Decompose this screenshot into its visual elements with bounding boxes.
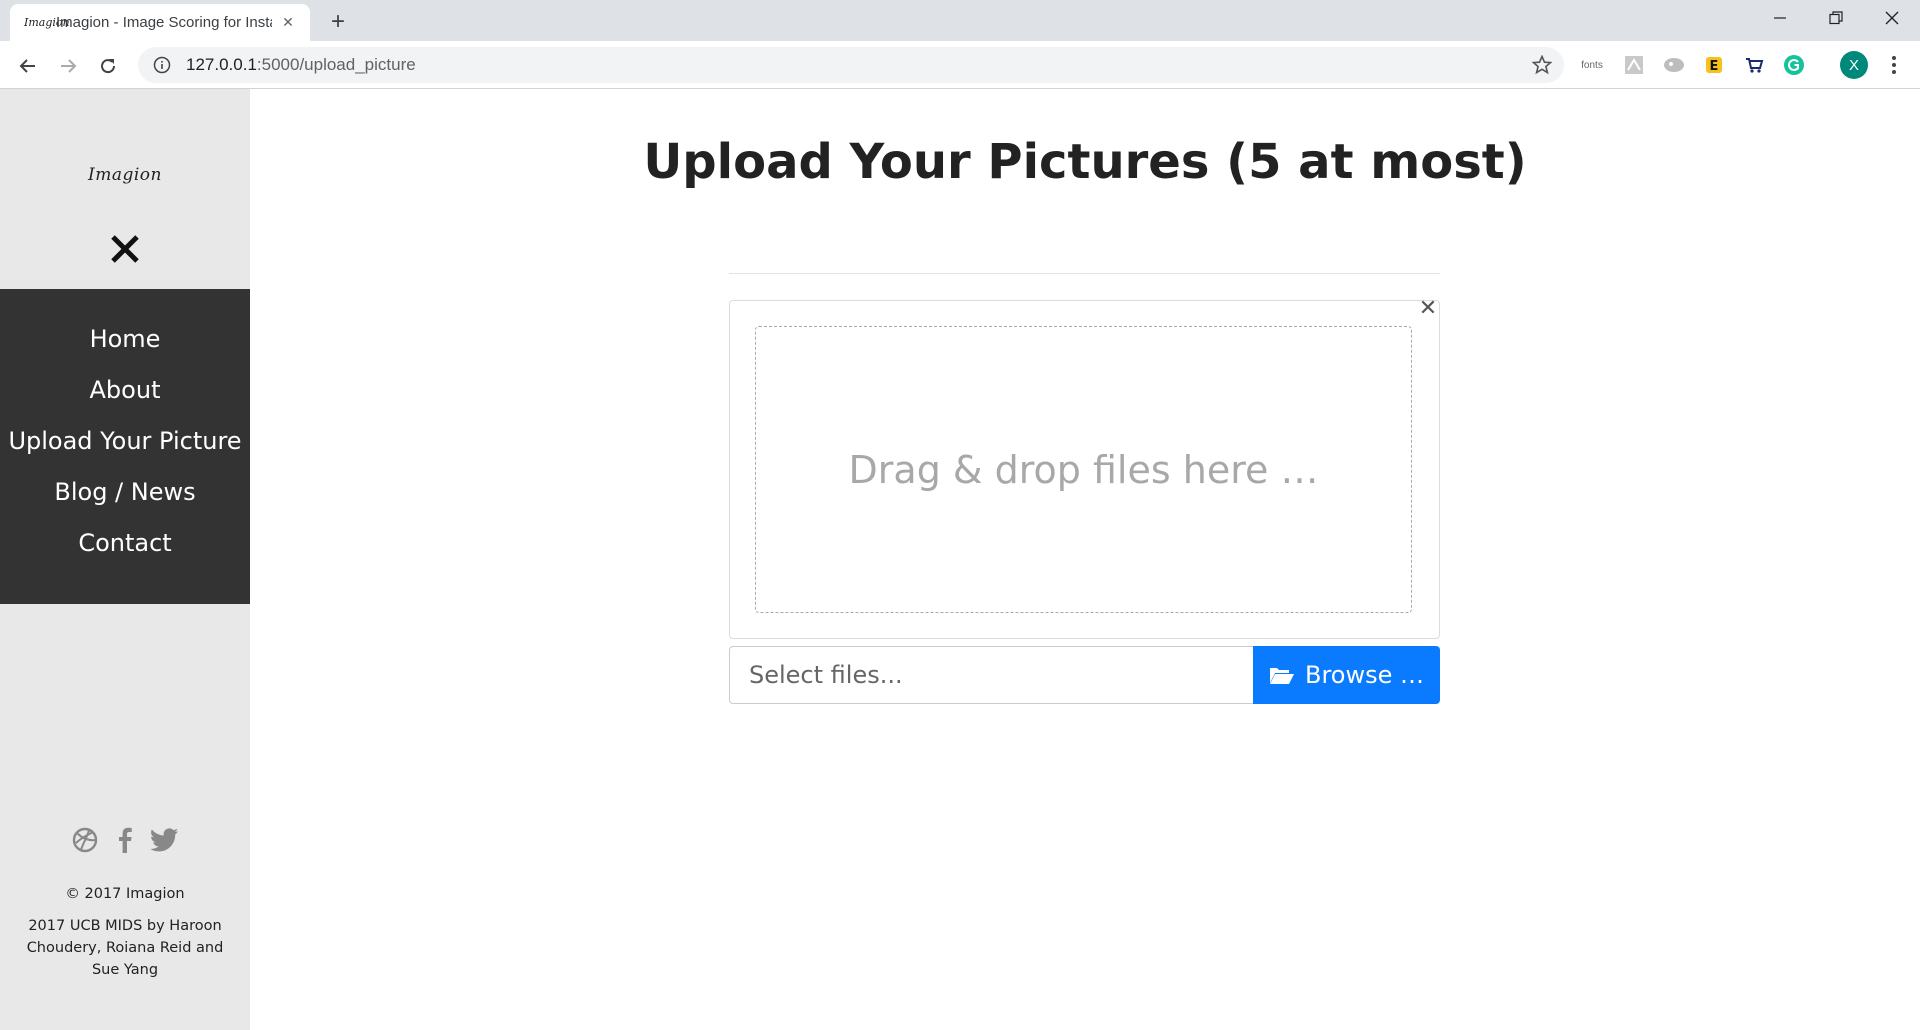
sidebar-item-blog[interactable]: Blog / News — [0, 467, 250, 518]
social-links — [0, 825, 250, 855]
sidebar: Imagion Home About Upload Your Picture B… — [0, 89, 250, 1030]
svg-text:E: E — [1710, 59, 1719, 74]
menu-kebab-icon[interactable] — [1882, 53, 1906, 77]
drop-zone-text: Drag & drop files here … — [848, 447, 1319, 492]
divider — [729, 273, 1440, 274]
sidebar-menu: Home About Upload Your Picture Blog / Ne… — [0, 289, 250, 604]
facebook-icon[interactable] — [110, 825, 140, 855]
minimize-icon — [1774, 17, 1786, 19]
tab-close-icon[interactable]: ✕ — [278, 13, 298, 33]
credits-text: 2017 UCB MIDS by Haroon Choudery, Roiana… — [26, 918, 224, 978]
restore-button[interactable] — [1808, 0, 1864, 36]
file-caption-placeholder: Select files... — [749, 661, 903, 689]
pdf-extension-icon[interactable] — [1622, 53, 1646, 77]
sidebar-item-contact[interactable]: Contact — [0, 518, 250, 569]
url-text: 127.0.0.1:5000/upload_picture — [186, 55, 416, 74]
restore-icon — [1829, 11, 1843, 25]
file-caption-input[interactable]: Select files... — [729, 646, 1253, 704]
copyright-text: © 2017 Imagion — [65, 886, 185, 902]
minimize-button[interactable] — [1752, 0, 1808, 36]
fonts-extension-icon[interactable]: fonts — [1580, 53, 1604, 77]
browse-label: Browse … — [1304, 661, 1424, 689]
browser-tab[interactable]: Imagion Imagion - Image Scoring for Inst… — [10, 4, 310, 41]
cart-extension-icon[interactable] — [1742, 53, 1766, 77]
profile-avatar[interactable]: X — [1840, 51, 1868, 79]
site-info-icon[interactable] — [152, 55, 172, 75]
reload-icon — [101, 59, 116, 74]
reload-button[interactable] — [92, 50, 124, 82]
site-favicon-icon: Imagion — [24, 15, 70, 29]
close-menu-icon[interactable] — [105, 229, 145, 269]
back-button[interactable] — [12, 50, 44, 82]
sidebar-item-upload[interactable]: Upload Your Picture — [0, 416, 250, 467]
evernote-extension-icon[interactable] — [1662, 53, 1686, 77]
forward-arrow-icon — [61, 59, 77, 73]
bookmark-star-icon[interactable] — [1531, 54, 1553, 75]
e-extension-icon[interactable]: E — [1702, 53, 1726, 77]
folder-open-icon — [1269, 668, 1294, 684]
dribbble-icon[interactable] — [70, 825, 100, 855]
twitter-icon[interactable] — [150, 825, 180, 855]
sidebar-item-about[interactable]: About — [0, 365, 250, 416]
drop-zone[interactable]: Drag & drop files here … — [755, 326, 1412, 613]
forward-button[interactable] — [52, 50, 84, 82]
tab-strip: Imagion Imagion - Image Scoring for Inst… — [0, 0, 1920, 41]
page-title: Upload Your Pictures (5 at most) — [643, 134, 1527, 190]
tab-title: Imagion - Image Scoring for Insta — [56, 14, 272, 31]
sidebar-item-home[interactable]: Home — [0, 314, 250, 365]
back-arrow-icon — [19, 59, 35, 73]
close-window-button[interactable] — [1864, 0, 1920, 36]
brand-logo[interactable]: Imagion — [0, 165, 250, 185]
browser-toolbar: 127.0.0.1:5000/upload_picture fonts E X — [0, 41, 1920, 89]
close-window-icon — [1885, 11, 1899, 25]
clear-preview-close-icon[interactable]: ✕ — [1416, 295, 1440, 321]
grammarly-extension-icon[interactable] — [1782, 53, 1806, 77]
new-tab-button[interactable]: + — [324, 8, 352, 36]
address-bar[interactable]: 127.0.0.1:5000/upload_picture — [138, 47, 1564, 83]
browse-button[interactable]: Browse … — [1253, 646, 1440, 704]
window-controls — [1752, 0, 1920, 41]
